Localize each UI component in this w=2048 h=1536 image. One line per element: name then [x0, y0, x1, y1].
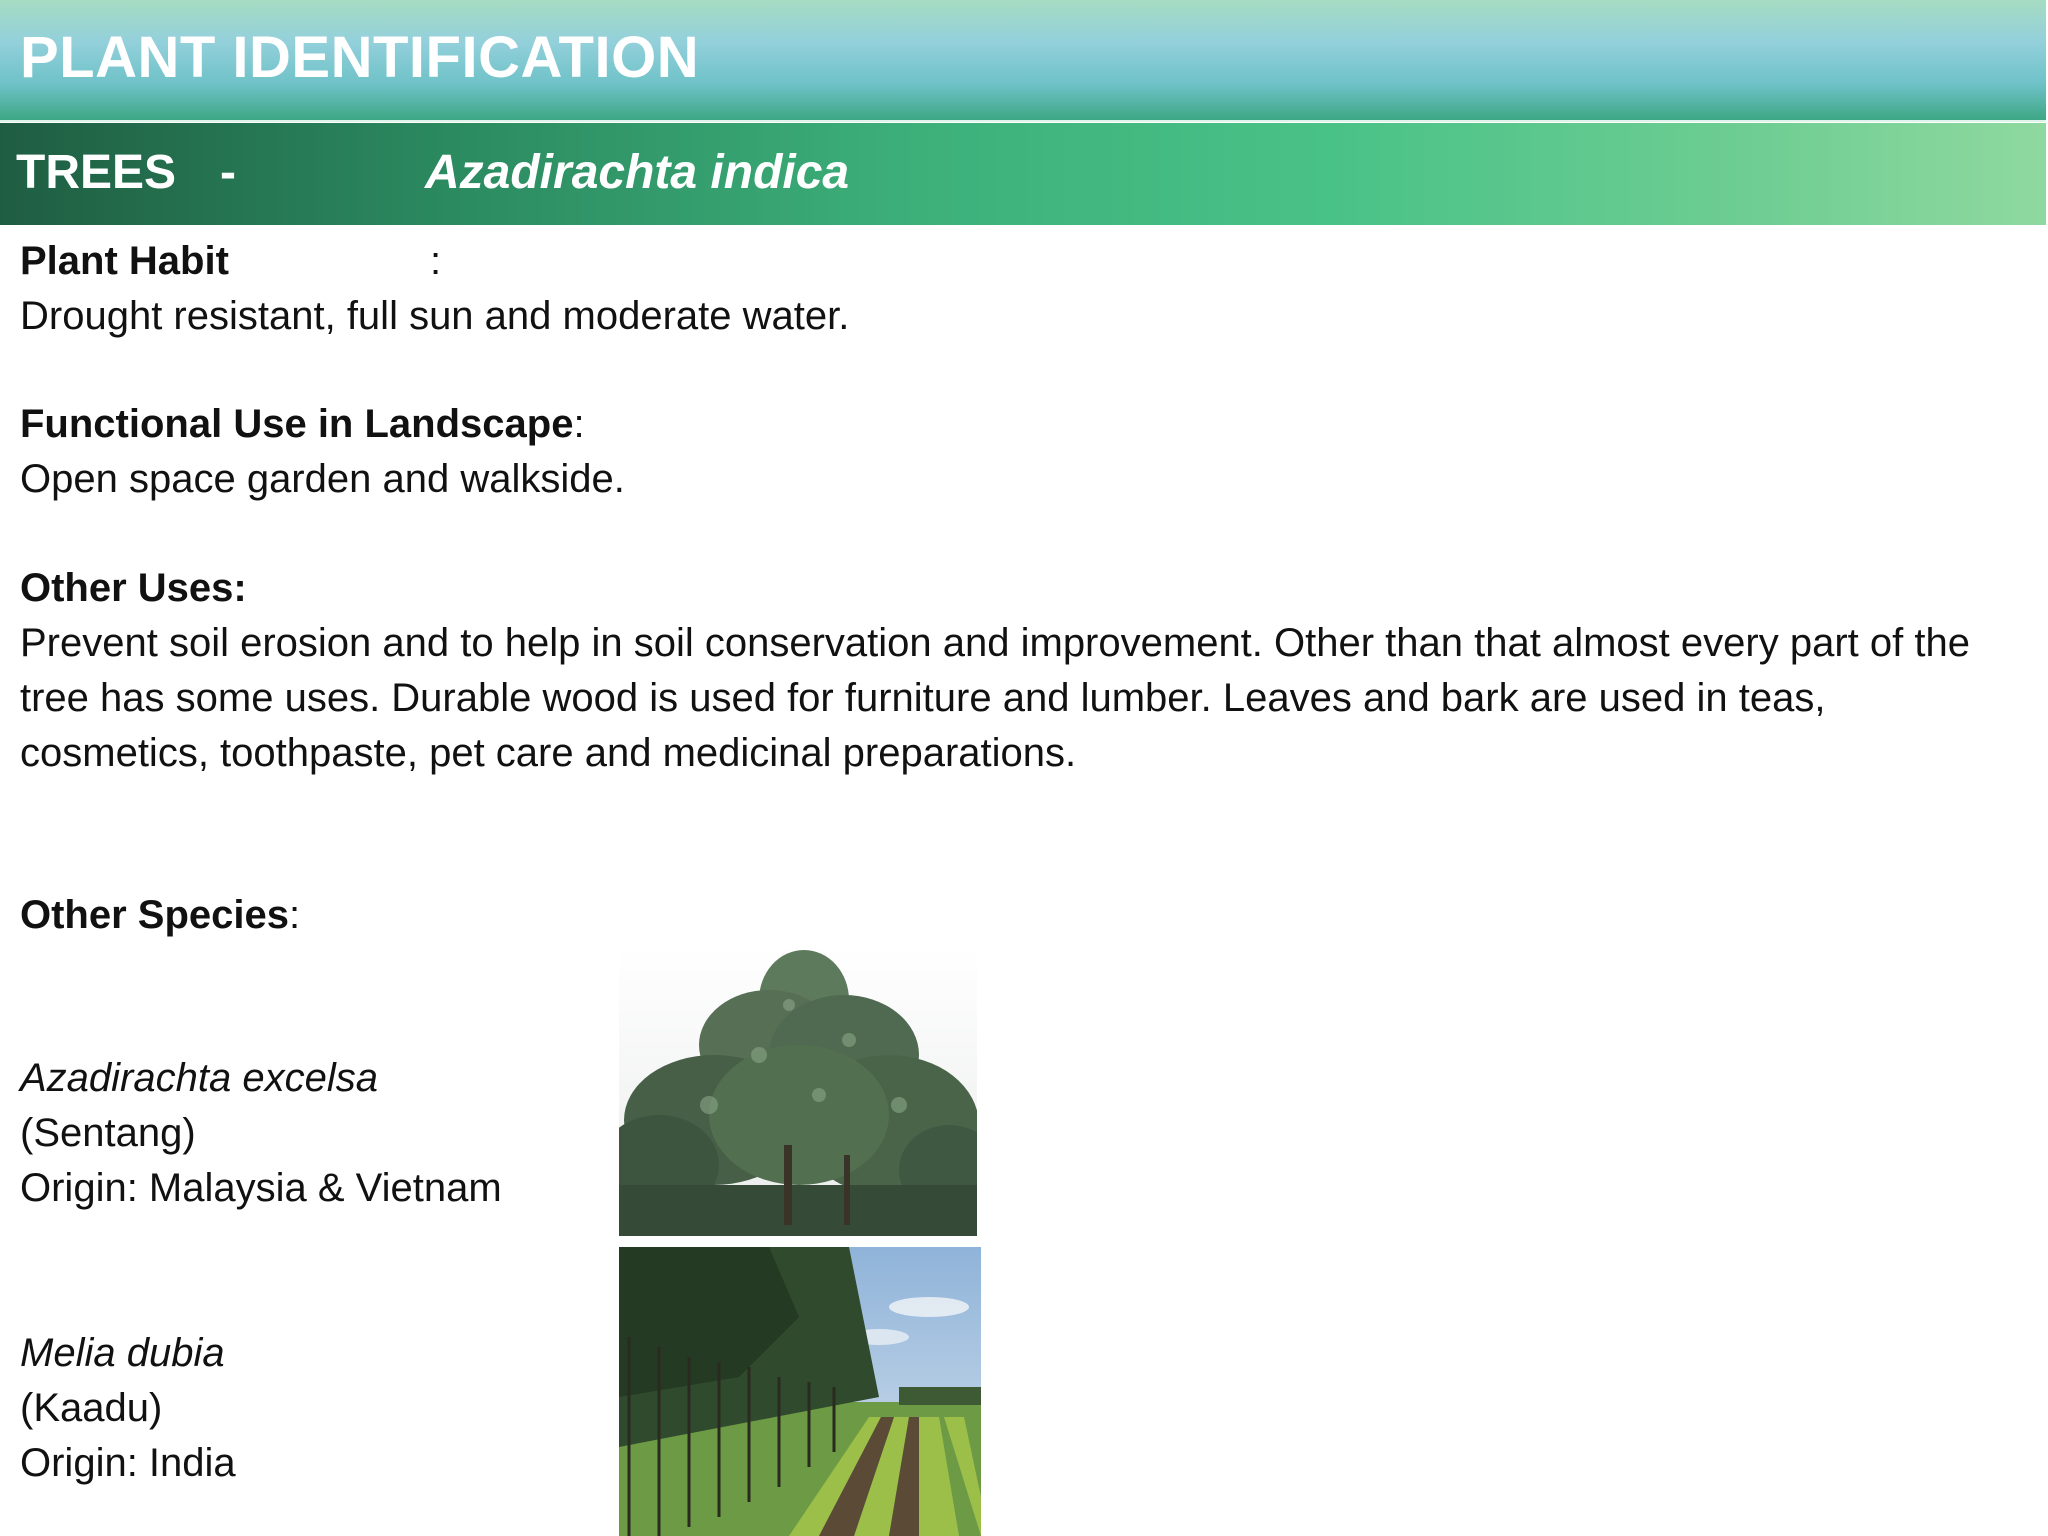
functional-use-heading: Functional Use in Landscape: [20, 397, 585, 452]
functional-use-text: Open space garden and walkside. [20, 457, 625, 501]
other-species-colon: : [289, 893, 301, 937]
species-bar: TREES - Azadirachta indica [0, 123, 2046, 225]
other-uses-text: Prevent soil erosion and to help in soil… [20, 621, 1970, 775]
species-2-scientific-name: Melia dubia [20, 1331, 225, 1375]
species-1-scientific-name: Azadirachta excelsa [20, 1056, 378, 1100]
species-1-common-name: (Sentang) [20, 1111, 196, 1155]
category-label: TREES [16, 146, 177, 199]
other-species-label: Other Species [20, 893, 290, 937]
species-1-origin: Origin: Malaysia & Vietnam [20, 1166, 502, 1210]
azadirachta-excelsa-photo [619, 945, 977, 1236]
page-title: PLANT IDENTIFICATION [20, 25, 700, 90]
functional-use-label: Functional Use in Landscape [20, 402, 574, 446]
separator: - [220, 146, 236, 199]
other-uses-label: Other Uses: [20, 566, 247, 610]
functional-use-colon: : [573, 402, 585, 446]
species-2-origin: Origin: India [20, 1441, 236, 1485]
plant-habit-colon: : [430, 239, 442, 283]
plant-habit-label: Plant Habit [20, 239, 229, 283]
plant-habit-text: Drought resistant, full sun and moderate… [20, 294, 850, 338]
species-name: Azadirachta indica [425, 146, 850, 199]
title-bar: PLANT IDENTIFICATION [0, 0, 2046, 122]
melia-dubia-photo [619, 1247, 981, 1536]
species-2-common-name: (Kaadu) [20, 1386, 163, 1430]
other-species-heading: Other Species: [20, 888, 300, 943]
